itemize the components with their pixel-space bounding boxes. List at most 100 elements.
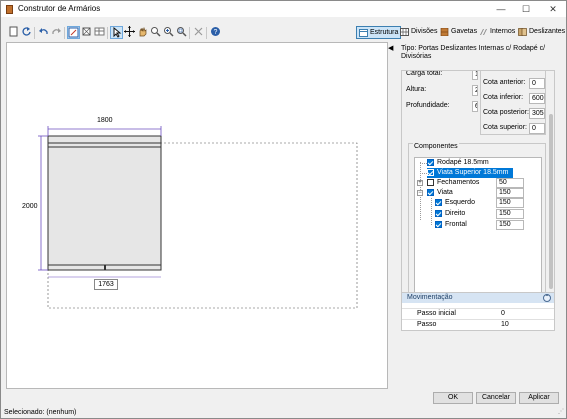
width-dimension-label: 1800 xyxy=(97,117,113,124)
cabinet-type-label: Tipo: Portas Deslizantes Internas c/ Rod… xyxy=(401,45,546,60)
app-window: Construtor de Armários — ☐ ✕ ? Estrutura… xyxy=(0,0,567,419)
components-title: Componentes xyxy=(413,143,459,150)
viata-value[interactable]: 150 xyxy=(496,188,524,198)
fechamentos-checkbox[interactable] xyxy=(427,179,434,186)
tab-gavetas[interactable]: Gavetas xyxy=(438,26,479,39)
tab-internos[interactable]: Internos xyxy=(477,26,517,39)
toolbar: ? Estrutura Divisões Gavetas Internos De… xyxy=(1,25,566,41)
tab-label: Divisões xyxy=(411,28,438,35)
cota-posterior-field[interactable]: 305 xyxy=(529,108,545,119)
tab-label: Estrutura xyxy=(370,29,399,36)
move-icon[interactable] xyxy=(123,26,136,39)
internals-icon xyxy=(479,28,488,36)
tree-line xyxy=(420,173,427,174)
depth-field[interactable]: 6 xyxy=(472,101,478,112)
resize-grip-icon[interactable]: ⋰ xyxy=(558,406,564,418)
components-tree[interactable]: Rodapé 18.5mm Viata Superior 18.5mm + Fe… xyxy=(414,157,542,305)
select-pointer-icon[interactable] xyxy=(110,26,123,39)
status-bar: Selecionado: (nenhum) ⋰ xyxy=(1,407,566,419)
collapse-chevron-icon[interactable]: ⌃ xyxy=(543,294,551,302)
cabinet-drawing xyxy=(38,126,358,309)
tree-node-viata-superior[interactable]: Viata Superior 18.5mm xyxy=(427,168,513,178)
viata-checkbox[interactable] xyxy=(427,189,434,196)
delete-cut-icon[interactable] xyxy=(192,26,205,39)
toolbar-separator xyxy=(107,27,108,39)
passo-inicial-row[interactable]: Passo inicial 0 xyxy=(402,308,554,319)
cancel-button[interactable]: Cancelar xyxy=(476,392,516,404)
height-field[interactable]: 2 xyxy=(472,85,478,96)
zoom-window-icon[interactable] xyxy=(149,26,162,39)
properties-scrollbar[interactable] xyxy=(547,71,554,325)
passo-row[interactable]: Passo 10 xyxy=(402,319,554,330)
selection-status: Selecionado: (nenhum) xyxy=(4,409,77,416)
bottom-dimension-box: 1763 xyxy=(94,279,118,290)
sliding-icon xyxy=(518,28,527,36)
properties-box: Carga total: 1 Altura: 2 Profundidade: 6… xyxy=(401,70,555,326)
apply-button[interactable]: Aplicar xyxy=(519,392,559,404)
passo-label: Passo xyxy=(417,321,437,328)
divisions-icon xyxy=(400,28,409,36)
tab-divisoes[interactable]: Divisões xyxy=(398,26,439,39)
svg-text:?: ? xyxy=(214,29,218,36)
frontal-value[interactable]: 150 xyxy=(496,220,524,230)
cota-anterior-field[interactable]: 0 xyxy=(529,78,545,89)
tree-line xyxy=(420,163,427,164)
tab-label: Deslizantes xyxy=(529,28,566,35)
tab-estrutura[interactable]: Estrutura xyxy=(356,26,402,39)
components-group: Componentes Rodapé 18.5mm Viata Superior… xyxy=(408,143,546,313)
direito-value[interactable]: 150 xyxy=(496,209,524,219)
collapse-minus-icon[interactable]: − xyxy=(417,190,423,196)
esquerdo-value[interactable]: 150 xyxy=(496,198,524,208)
undo-icon[interactable] xyxy=(37,26,50,39)
new-document-icon[interactable] xyxy=(7,26,20,39)
help-icon[interactable]: ? xyxy=(209,26,222,39)
esquerdo-checkbox[interactable] xyxy=(435,199,442,206)
minimize-button[interactable]: — xyxy=(488,1,514,17)
movimentacao-title: Movimentação xyxy=(407,294,453,301)
tab-label: Gavetas xyxy=(451,28,478,35)
passo-inicial-value[interactable]: 0 xyxy=(501,309,505,319)
height-label: Altura: xyxy=(406,86,427,93)
toolbar-separator xyxy=(189,27,190,39)
cota-superior-field[interactable]: 0 xyxy=(529,123,545,134)
ok-button[interactable]: OK xyxy=(433,392,473,404)
view-3d-icon[interactable] xyxy=(80,26,93,39)
maximize-button[interactable]: ☐ xyxy=(513,1,539,17)
depth-label: Profundidade: xyxy=(406,102,450,109)
movimentacao-panel: Movimentação ⌃ Passo inicial 0 Passo 10 xyxy=(401,292,555,331)
fechamentos-value[interactable]: 50 xyxy=(496,178,524,188)
cabinet-body xyxy=(47,135,162,271)
zoom-extents-icon[interactable] xyxy=(175,26,188,39)
drawing-canvas[interactable]: 1800 2000 1763 xyxy=(6,42,388,389)
scrollbar-thumb[interactable] xyxy=(549,114,553,289)
pan-hand-icon[interactable] xyxy=(136,26,149,39)
cota-inferior-field[interactable]: 600 xyxy=(529,93,545,104)
view-2d-icon[interactable] xyxy=(67,26,80,39)
structure-icon xyxy=(359,29,368,37)
cota-anterior-label: Cota anterior: xyxy=(483,79,526,86)
passo-value[interactable]: 10 xyxy=(501,320,509,330)
tree-node-label: Viata xyxy=(437,189,453,196)
toolbar-separator xyxy=(64,27,65,39)
close-button[interactable]: ✕ xyxy=(540,1,566,17)
grid-view-icon[interactable] xyxy=(93,26,106,39)
tree-node-label: Esquerdo xyxy=(445,199,475,206)
frontal-checkbox[interactable] xyxy=(435,221,442,228)
tab-deslizantes[interactable]: Deslizantes xyxy=(516,26,567,39)
rodape-checkbox[interactable] xyxy=(427,159,434,166)
direito-checkbox[interactable] xyxy=(435,210,442,217)
redo-icon[interactable] xyxy=(50,26,63,39)
expand-plus-icon[interactable]: + xyxy=(417,180,423,186)
viata-superior-checkbox[interactable] xyxy=(427,169,434,176)
tree-node-label: Direito xyxy=(445,210,466,217)
movimentacao-header[interactable]: Movimentação ⌃ xyxy=(402,293,554,303)
passo-inicial-label: Passo inicial xyxy=(417,310,456,317)
properties-panel: Tipo: Portas Deslizantes Internas c/ Rod… xyxy=(393,42,563,389)
tree-line xyxy=(431,198,432,225)
zoom-in-icon[interactable] xyxy=(162,26,175,39)
load-label: Carga total: xyxy=(406,70,443,77)
cota-posterior-label: Cota posterior: xyxy=(483,109,529,116)
cabinet-app-icon xyxy=(6,5,13,14)
refresh-icon[interactable] xyxy=(20,26,33,39)
load-field[interactable]: 1 xyxy=(472,71,478,80)
